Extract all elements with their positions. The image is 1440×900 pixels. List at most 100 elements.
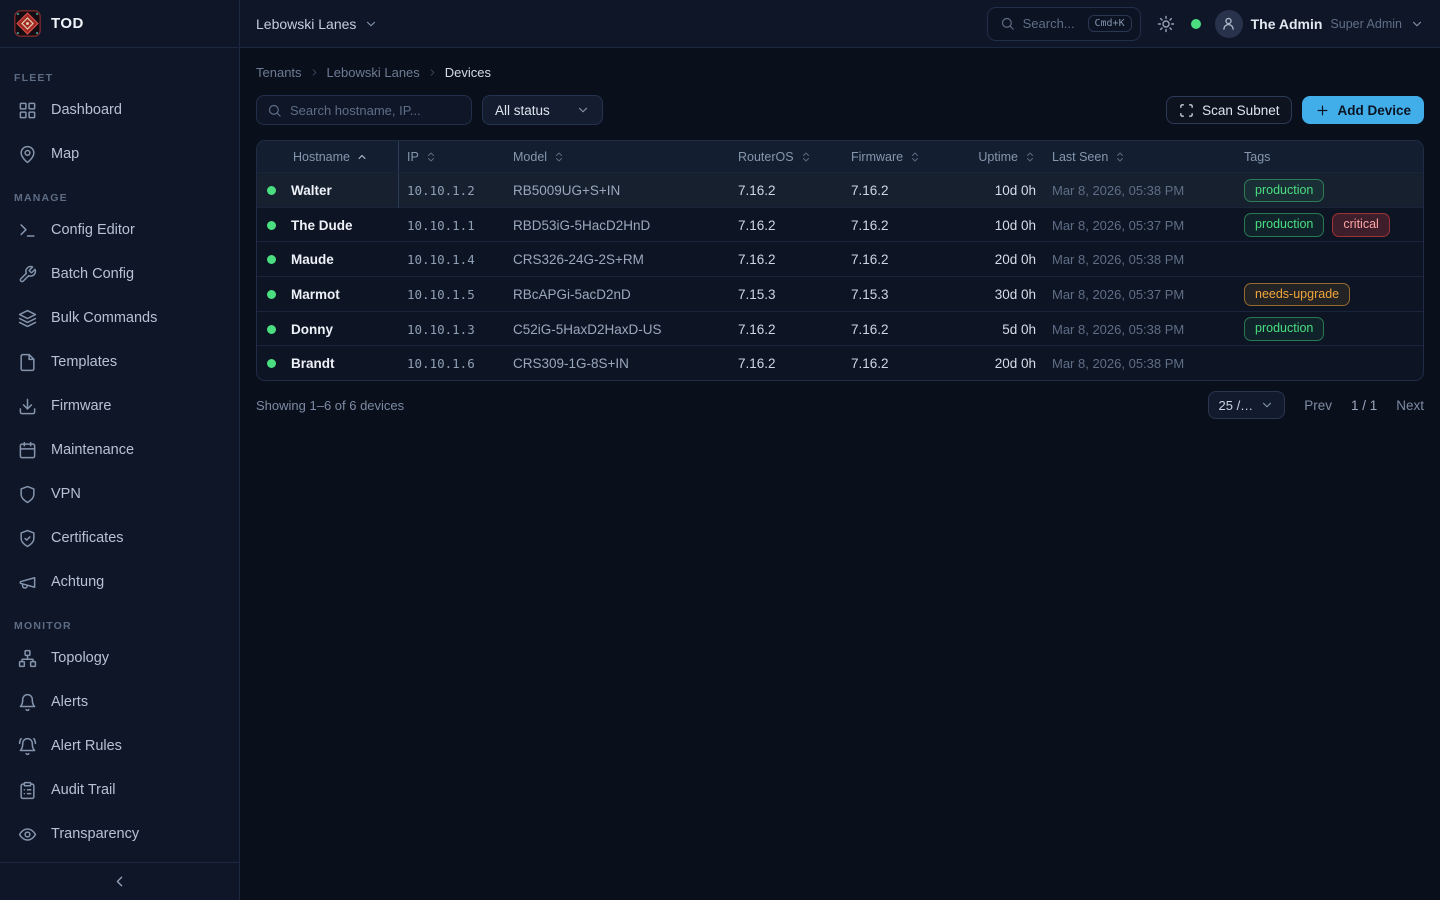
uptime-cell: 5d 0h (956, 322, 1044, 337)
breadcrumb-item-tenants[interactable]: Tenants (256, 65, 302, 80)
showing-count: Showing 1–6 of 6 devices (256, 398, 404, 413)
model-cell: CRS326-24G-2S+RM (505, 252, 730, 267)
sidebar-item-label: Bulk Commands (51, 310, 157, 326)
column-header-uptime[interactable]: Uptime (956, 141, 1044, 172)
theme-toggle-button[interactable] (1155, 13, 1177, 35)
status-online-dot (267, 186, 276, 195)
device-row-the-dude[interactable]: The Dude10.10.1.1RBD53iG-5HacD2HnD7.16.2… (257, 207, 1423, 242)
main-content: TenantsLebowski LanesDevices All status … (240, 48, 1440, 900)
ip-cell: 10.10.1.5 (399, 287, 505, 302)
chevron-right-icon (309, 67, 320, 78)
sidebar-item-achtung[interactable]: Achtung (10, 560, 229, 604)
routeros-cell: 7.16.2 (730, 356, 843, 371)
search-icon (1000, 16, 1015, 31)
presence-dot (1191, 19, 1201, 29)
column-label: Firmware (851, 150, 903, 164)
sidebar-item-templates[interactable]: Templates (10, 340, 229, 384)
status-cell (257, 359, 285, 368)
sidebar-item-label: Alerts (51, 694, 88, 710)
sidebar-item-bulk-commands[interactable]: Bulk Commands (10, 296, 229, 340)
tag-critical: critical (1332, 213, 1389, 237)
sidebar-item-topology[interactable]: Topology (10, 636, 229, 680)
last-seen-cell: Mar 8, 2026, 05:38 PM (1044, 183, 1236, 198)
device-row-brandt[interactable]: Brandt10.10.1.6CRS309-1G-8S+IN7.16.27.16… (257, 345, 1423, 380)
hostname-cell: Maude (285, 242, 399, 277)
list-footer: Showing 1–6 of 6 devices 25 /… Prev 1 / … (256, 391, 1424, 419)
avatar (1215, 10, 1243, 38)
user-menu[interactable]: The Admin Super Admin (1215, 10, 1424, 38)
uptime-cell: 20d 0h (956, 252, 1044, 267)
status-online-dot (267, 359, 276, 368)
sort-icon (553, 151, 565, 163)
page-size-select[interactable]: 25 /… (1208, 391, 1286, 419)
user-icon (1220, 15, 1237, 32)
sun-icon (1157, 15, 1175, 33)
sidebar-collapse-button[interactable] (107, 869, 132, 894)
add-device-button[interactable]: Add Device (1302, 96, 1424, 124)
sidebar: FLEETDashboardMapMANAGEConfig EditorBatc… (0, 48, 240, 900)
column-header-ip[interactable]: IP (399, 141, 505, 172)
chevron-down-icon (1410, 17, 1424, 31)
scan-subnet-button[interactable]: Scan Subnet (1166, 96, 1292, 124)
device-row-walter[interactable]: Walter10.10.1.2RB5009UG+S+IN7.16.27.16.2… (257, 172, 1423, 207)
chevron-down-icon (576, 103, 590, 117)
device-row-marmot[interactable]: Marmot10.10.1.5RBcAPGi-5acD2nD7.15.37.15… (257, 276, 1423, 311)
sidebar-item-dashboard[interactable]: Dashboard (10, 88, 229, 132)
calendar-icon (18, 441, 37, 460)
device-row-donny[interactable]: Donny10.10.1.3C52iG-5HaxD2HaxD-US7.16.27… (257, 311, 1423, 346)
sort-icon (425, 151, 437, 163)
download-icon (18, 397, 37, 416)
sidebar-item-alerts[interactable]: Alerts (10, 680, 229, 724)
sidebar-item-transparency[interactable]: Transparency (10, 812, 229, 856)
eye-icon (18, 825, 37, 844)
sidebar-item-firmware[interactable]: Firmware (10, 384, 229, 428)
plus-icon (1315, 103, 1330, 118)
device-row-maude[interactable]: Maude10.10.1.4CRS326-24G-2S+RM7.16.27.16… (257, 241, 1423, 276)
toolbar: All status Scan Subnet Add Device (256, 95, 1424, 125)
last-seen-cell: Mar 8, 2026, 05:38 PM (1044, 322, 1236, 337)
tag-production: production (1244, 317, 1324, 341)
sidebar-item-maintenance[interactable]: Maintenance (10, 428, 229, 472)
tenant-switcher[interactable]: Lebowski Lanes (256, 16, 378, 32)
tag-production: production (1244, 179, 1324, 203)
breadcrumb-item-lebowski-lanes[interactable]: Lebowski Lanes (327, 65, 420, 80)
firmware-cell: 7.16.2 (843, 183, 956, 198)
scan-icon (1179, 103, 1194, 118)
routeros-cell: 7.16.2 (730, 183, 843, 198)
column-header-last_seen[interactable]: Last Seen (1044, 141, 1236, 172)
sidebar-item-config-editor[interactable]: Config Editor (10, 208, 229, 252)
sidebar-item-batch-config[interactable]: Batch Config (10, 252, 229, 296)
sidebar-item-label: VPN (51, 486, 81, 502)
status-online-dot (267, 325, 276, 334)
sidebar-item-label: Map (51, 146, 79, 162)
sort-icon (909, 151, 921, 163)
shortcut-badge: Cmd+K (1088, 15, 1132, 32)
sidebar-item-audit-trail[interactable]: Audit Trail (10, 768, 229, 812)
prev-page-button[interactable]: Prev (1304, 398, 1332, 413)
column-header-model[interactable]: Model (505, 141, 730, 172)
brand: TOD (0, 0, 240, 47)
column-header-hostname[interactable]: Hostname (285, 141, 399, 172)
status-filter-select[interactable]: All status (482, 95, 603, 125)
column-header-firmware[interactable]: Firmware (843, 141, 956, 172)
model-cell: RB5009UG+S+IN (505, 183, 730, 198)
sidebar-item-certificates[interactable]: Certificates (10, 516, 229, 560)
global-search-input[interactable] (1023, 16, 1080, 31)
routeros-cell: 7.16.2 (730, 322, 843, 337)
tags-cell: needs-upgrade (1236, 283, 1423, 307)
sidebar-item-map[interactable]: Map (10, 132, 229, 176)
sidebar-item-label: Achtung (51, 574, 104, 590)
command-palette[interactable]: Cmd+K (987, 7, 1141, 41)
firmware-cell: 7.16.2 (843, 356, 956, 371)
column-header-routeros[interactable]: RouterOS (730, 141, 843, 172)
sidebar-item-label: Templates (51, 354, 117, 370)
sidebar-item-vpn[interactable]: VPN (10, 472, 229, 516)
device-search-input[interactable] (290, 103, 461, 118)
firmware-cell: 7.16.2 (843, 218, 956, 233)
sidebar-item-label: Topology (51, 650, 109, 666)
wrench-icon (18, 265, 37, 284)
next-page-button[interactable]: Next (1396, 398, 1424, 413)
column-header-status (257, 141, 285, 172)
megaphone-icon (18, 573, 37, 592)
sidebar-item-alert-rules[interactable]: Alert Rules (10, 724, 229, 768)
